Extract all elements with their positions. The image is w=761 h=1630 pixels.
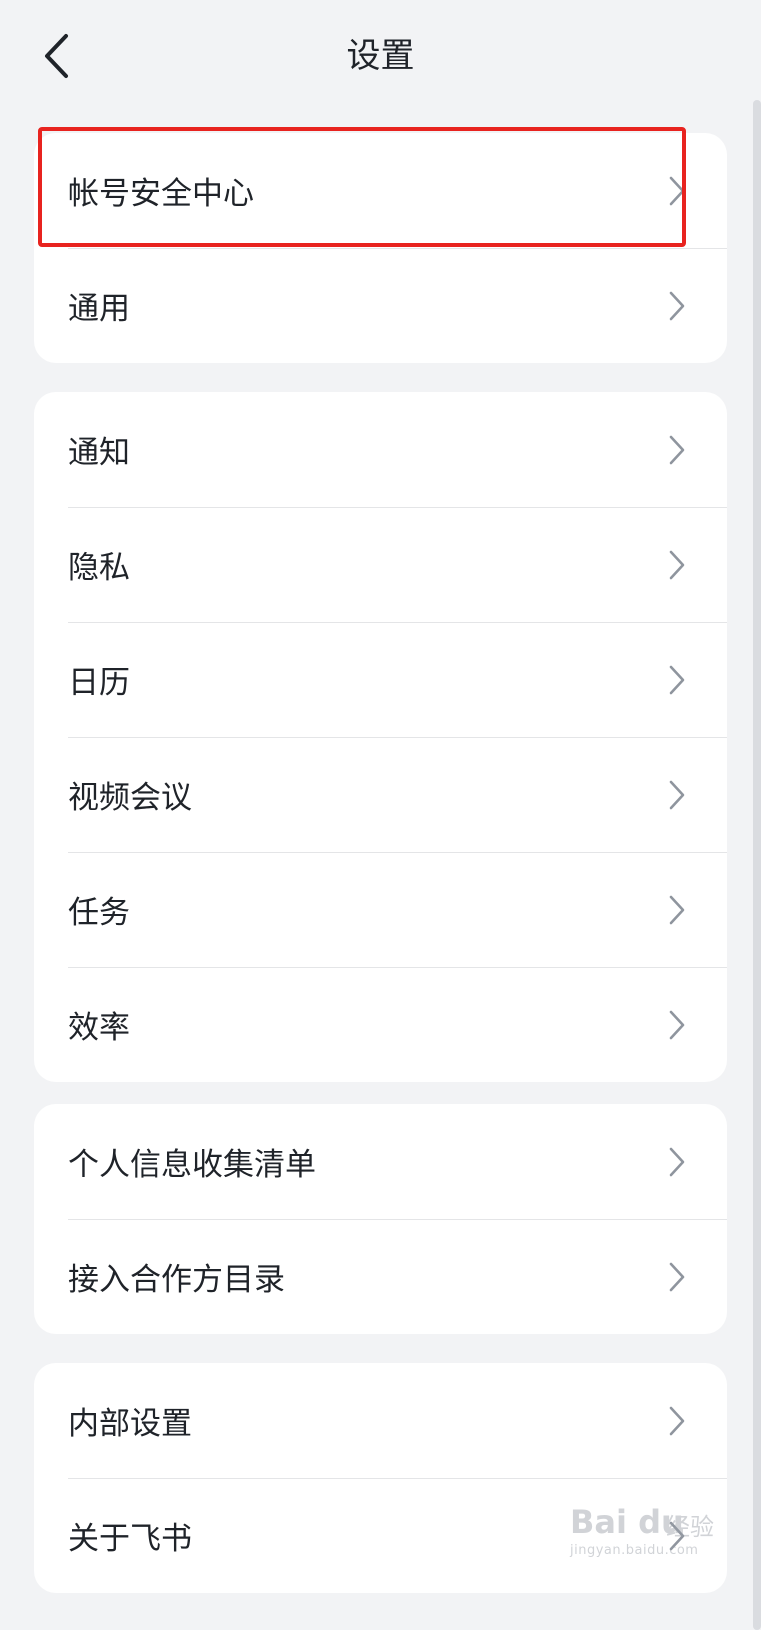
chevron-right-icon — [669, 1010, 685, 1039]
settings-group-info: 个人信息收集清单 接入合作方目录 — [34, 1104, 727, 1334]
chevron-right-icon — [669, 895, 685, 924]
settings-item-label: 内部设置 — [68, 1406, 192, 1442]
settings-item-general[interactable]: 通用 — [34, 248, 727, 363]
settings-item-label: 任务 — [68, 895, 130, 931]
settings-item-tasks[interactable]: 任务 — [34, 852, 727, 967]
header-bar: 设置 — [0, 0, 761, 112]
page-title: 设置 — [346, 36, 415, 76]
settings-item-calendar[interactable]: 日历 — [34, 622, 727, 737]
settings-item-video-meeting[interactable]: 视频会议 — [34, 737, 727, 852]
chevron-right-icon — [669, 1521, 685, 1550]
settings-item-account-security[interactable]: 帐号安全中心 — [34, 133, 727, 248]
settings-group-other: 内部设置 关于飞书 — [34, 1363, 727, 1593]
chevron-right-icon — [669, 176, 685, 205]
chevron-right-icon — [669, 665, 685, 694]
chevron-right-icon — [669, 1262, 685, 1291]
settings-group-features: 通知 隐私 日历 视频会议 任务 效率 — [34, 392, 727, 1082]
settings-group-account: 帐号安全中心 通用 — [34, 133, 727, 363]
settings-item-label: 隐私 — [68, 550, 130, 586]
chevron-right-icon — [669, 1147, 685, 1176]
settings-item-label: 帐号安全中心 — [68, 176, 254, 212]
settings-item-internal-settings[interactable]: 内部设置 — [34, 1363, 727, 1478]
settings-item-personal-info-list[interactable]: 个人信息收集清单 — [34, 1104, 727, 1219]
settings-item-label: 视频会议 — [68, 780, 192, 816]
settings-item-label: 关于飞书 — [68, 1521, 192, 1557]
chevron-right-icon — [669, 780, 685, 809]
settings-item-label: 接入合作方目录 — [68, 1262, 285, 1298]
settings-item-about[interactable]: 关于飞书 — [34, 1478, 727, 1593]
chevron-right-icon — [669, 291, 685, 320]
settings-item-label: 效率 — [68, 1010, 130, 1046]
settings-item-notifications[interactable]: 通知 — [34, 392, 727, 507]
settings-item-partner-directory[interactable]: 接入合作方目录 — [34, 1219, 727, 1334]
settings-item-label: 通用 — [68, 291, 130, 327]
settings-item-label: 日历 — [68, 665, 130, 701]
chevron-right-icon — [669, 435, 685, 464]
settings-item-efficiency[interactable]: 效率 — [34, 967, 727, 1082]
settings-item-label: 通知 — [68, 435, 130, 471]
scrollbar[interactable] — [753, 100, 761, 1630]
settings-item-label: 个人信息收集清单 — [68, 1147, 316, 1183]
chevron-right-icon — [669, 550, 685, 579]
chevron-right-icon — [669, 1406, 685, 1435]
settings-item-privacy[interactable]: 隐私 — [34, 507, 727, 622]
